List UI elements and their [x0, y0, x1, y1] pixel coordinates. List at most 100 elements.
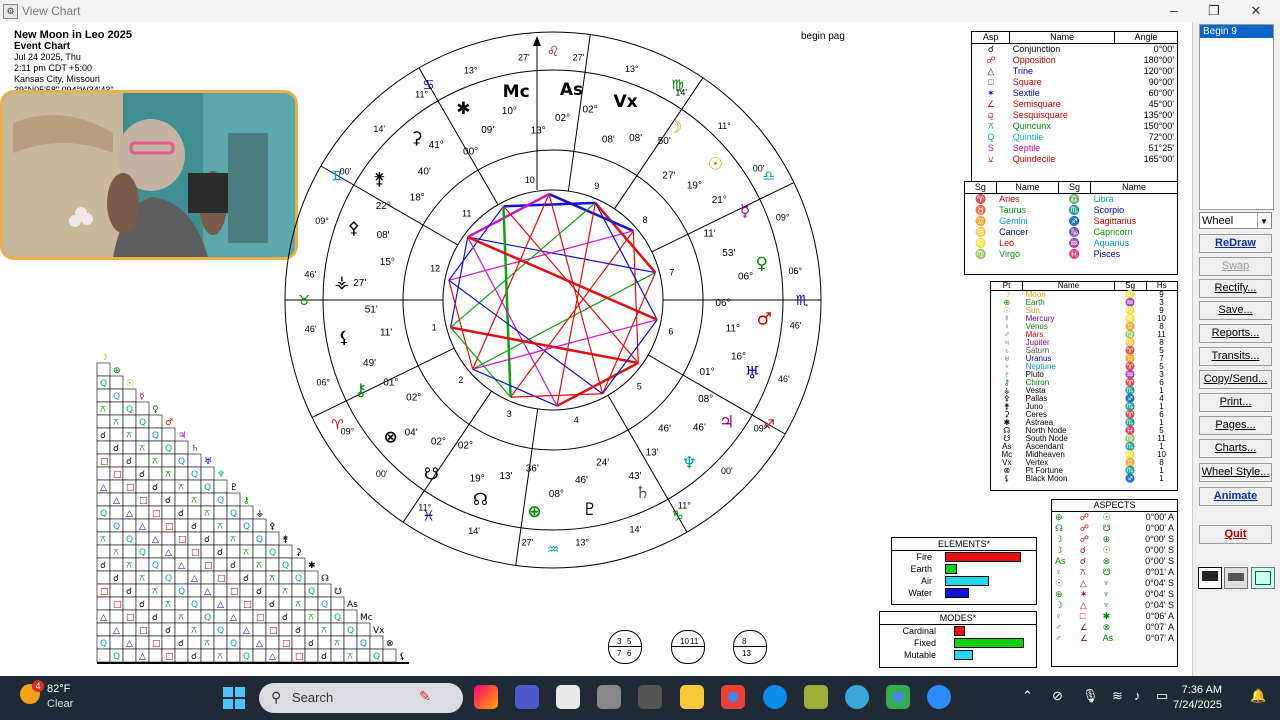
chart-listbox[interactable]: Begin 9	[1199, 24, 1274, 210]
house-cluster-icon[interactable]: 8 13	[733, 630, 767, 664]
maximize-button[interactable]: ❐	[1194, 1, 1234, 21]
monitor-icon[interactable]	[1198, 567, 1222, 589]
redraw-button[interactable]: ReDraw	[1199, 234, 1272, 253]
grid-aspect-icon: ☌	[191, 652, 197, 662]
grid-cell	[135, 557, 150, 572]
planet-degree-label: 40'	[418, 166, 431, 177]
grid-cell	[135, 453, 150, 468]
volume-icon[interactable]: ♪	[1134, 688, 1141, 703]
microphone-icon[interactable]: 🎙	[1082, 688, 1099, 704]
phone-link-icon[interactable]	[597, 685, 621, 709]
chevron-down-icon[interactable]: ▼	[1257, 213, 1270, 228]
save-button[interactable]: Save...	[1199, 301, 1272, 320]
swap-button[interactable]: Swap	[1199, 257, 1272, 276]
planet-degree-label: 21°	[712, 195, 727, 206]
grid-aspect-icon: □	[100, 457, 109, 467]
zoom-icon[interactable]	[927, 685, 951, 709]
grid-cell	[239, 531, 254, 546]
pages-button[interactable]: Pages...	[1199, 416, 1272, 435]
aspect-legend-row: ☌ Conjunction 0°00'	[972, 44, 1177, 56]
globe-app-icon[interactable]	[845, 685, 869, 709]
copilot-icon[interactable]	[474, 685, 498, 709]
grid-cell	[148, 622, 163, 637]
grid-cell	[187, 557, 202, 572]
store-icon[interactable]	[556, 685, 580, 709]
quit-button[interactable]: Quit	[1199, 525, 1272, 544]
transits-button[interactable]: Transits...	[1199, 347, 1272, 366]
network-off-icon[interactable]: ⊘	[1052, 688, 1063, 704]
planet-glyph-icon: ♀	[756, 254, 768, 274]
camera-icon[interactable]	[638, 685, 662, 709]
print-button[interactable]: Print...	[1199, 393, 1272, 412]
planet-degree-label: 36'	[526, 464, 539, 475]
chart-list-item-selected[interactable]: Begin 9	[1200, 25, 1273, 38]
house-icon-divider	[734, 646, 766, 647]
grid-planet-icon: As	[347, 600, 358, 610]
grid-cell	[226, 544, 241, 559]
screen-capture-icon[interactable]	[1251, 567, 1275, 589]
printer-icon[interactable]	[1224, 567, 1248, 589]
aspect-legend-row: △ Trine 120°00'	[972, 66, 1177, 77]
aspect-orb: 0°04' S	[1145, 600, 1174, 610]
grid-aspect-icon: △	[217, 600, 224, 610]
chrome-icon[interactable]	[721, 685, 745, 709]
edge-icon[interactable]	[763, 685, 787, 709]
planet-degree-label: 13'	[499, 471, 512, 482]
chrome-profile-icon[interactable]	[886, 685, 910, 709]
file-explorer-icon[interactable]	[680, 685, 704, 709]
house-number: 7	[669, 268, 674, 278]
col-sg2: Sg	[1058, 182, 1092, 194]
minimize-button[interactable]: –	[1154, 1, 1194, 21]
animate-button[interactable]: Animate	[1199, 487, 1272, 506]
outer-degree-label: 14'	[373, 124, 385, 134]
grid-cell	[135, 609, 150, 624]
aspect-line	[503, 201, 596, 208]
reports-button[interactable]: Reports...	[1199, 324, 1272, 343]
taskbar-clock[interactable]: 7:36 AM 7/24/2025	[1173, 683, 1222, 713]
copy-send-button[interactable]: Copy/Send...	[1199, 370, 1272, 389]
app-icon-2[interactable]	[804, 685, 828, 709]
grid-cell	[148, 492, 163, 507]
grid-aspect-icon: ☌	[165, 496, 171, 506]
tray-overflow-icon[interactable]: ⌃	[1022, 688, 1033, 704]
aspect-orb: 0°00' A	[1145, 523, 1174, 533]
col-angle: Angle	[1114, 32, 1177, 44]
grid-cell	[135, 401, 150, 416]
start-windows-icon[interactable]	[223, 687, 245, 709]
planet-legend-row: ♀ Venus ♊ 8	[991, 323, 1177, 331]
aspect-planet1-icon: ♂	[1055, 633, 1062, 643]
close-button[interactable]: ✕	[1236, 1, 1276, 21]
grid-cell	[200, 622, 215, 637]
planet-degree-label: 27'	[662, 171, 675, 182]
grid-cell	[226, 596, 241, 611]
wifi-icon[interactable]: ≋	[1112, 688, 1123, 704]
aspect-line	[467, 192, 550, 239]
planet-degree-label: 24'	[596, 458, 609, 469]
wheel-style-select[interactable]: Wheel ▼	[1199, 212, 1272, 229]
house-cluster-icon[interactable]: 3576	[608, 630, 642, 664]
wheel-style-button[interactable]: Wheel Style...	[1199, 463, 1272, 482]
grid-aspect-icon: Q	[100, 379, 107, 389]
stat-bar	[945, 588, 969, 598]
house-number: 11	[690, 637, 699, 646]
grid-planet-icon: ☿	[139, 392, 145, 402]
charts-button[interactable]: Charts...	[1199, 439, 1272, 458]
notification-bell-icon[interactable]: 🔔	[1250, 688, 1266, 704]
aspect-name: Quincunx	[1012, 121, 1051, 131]
app-icon: ⚙	[3, 4, 18, 19]
grid-cell	[122, 518, 137, 533]
grid-aspect-icon: Q	[347, 626, 354, 636]
house-number: 11	[462, 209, 471, 219]
grid-cell	[96, 362, 111, 377]
aspect-list-row: ☽ ☌ ☉ 0°00' S	[1052, 545, 1177, 556]
rectify-button[interactable]: Rectify...	[1199, 279, 1272, 298]
house-cluster-icon[interactable]: 10 11	[671, 630, 705, 664]
grid-aspect-icon: □	[113, 470, 122, 480]
grid-planet-icon: ⚳	[295, 548, 302, 558]
planet-degree-label: 08°	[698, 394, 713, 405]
teams-icon[interactable]	[515, 685, 539, 709]
battery-icon[interactable]: ▭	[1156, 688, 1168, 704]
grid-aspect-icon: ☌	[321, 652, 327, 662]
grid-cell	[174, 492, 189, 507]
taskbar-search-input[interactable]: ⚲ Search ✎	[259, 683, 463, 713]
